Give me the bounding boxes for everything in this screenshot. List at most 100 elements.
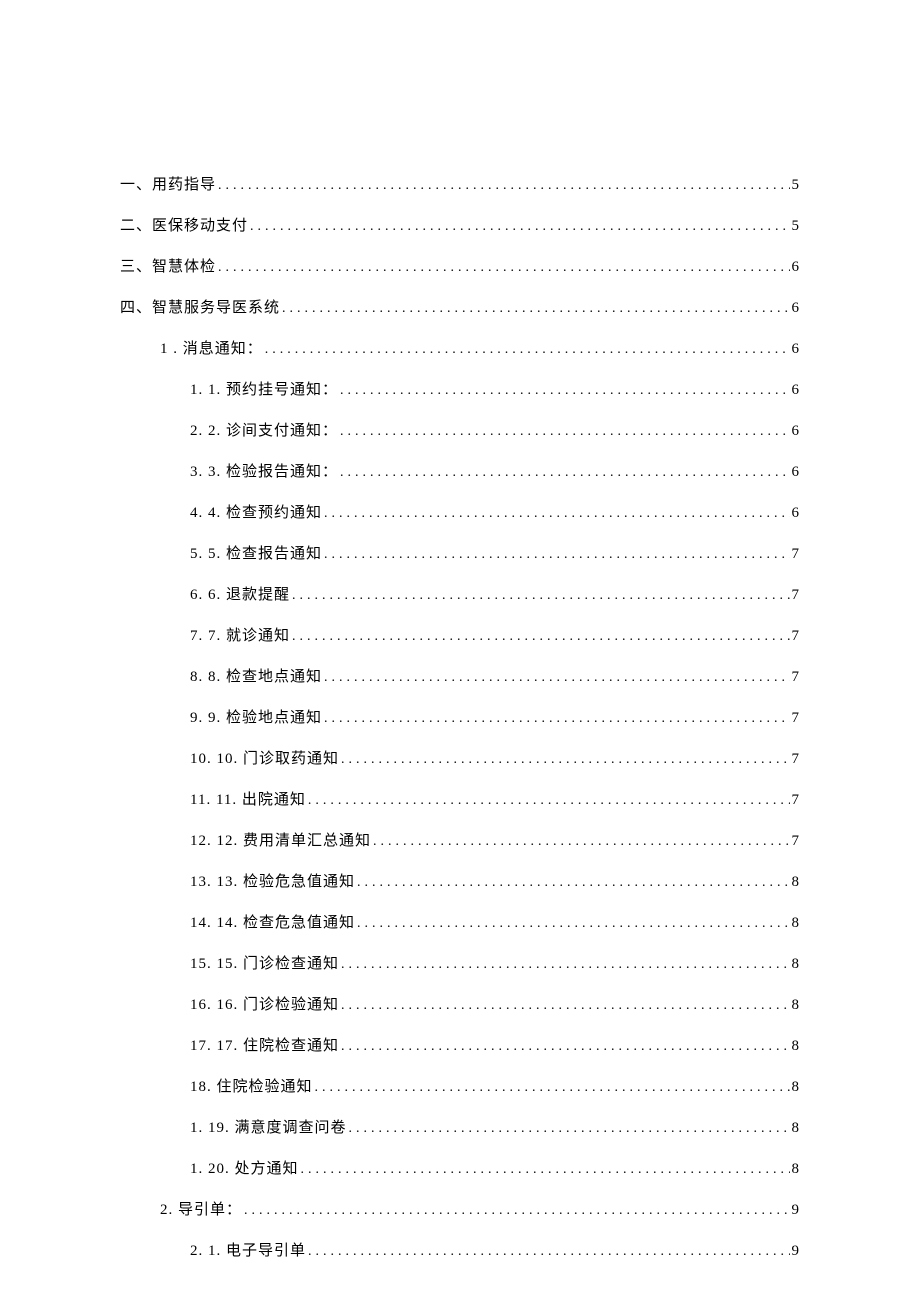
toc-entry-page: 8: [792, 954, 801, 975]
toc-dot-leader: [308, 791, 790, 811]
toc-dot-leader: [244, 1201, 789, 1221]
toc-entry-label: 2. 2. 诊间支付通知：: [190, 421, 338, 442]
toc-dot-leader: [324, 709, 789, 729]
toc-entry-label: 5. 5. 检查报告通知: [190, 544, 322, 565]
toc-entry: 18. 住院检验通知 8: [120, 1077, 800, 1098]
toc-entry: 2. 2. 诊间支付通知： 6: [120, 421, 800, 442]
toc-dot-leader: [357, 873, 789, 893]
toc-dot-leader: [301, 1160, 790, 1180]
toc-entry: 7. 7. 就诊通知 7: [120, 626, 800, 647]
toc-dot-leader: [218, 258, 789, 278]
toc-entry-page: 6: [792, 257, 801, 278]
toc-entry-page: 6: [792, 339, 801, 360]
toc-entry-page: 5: [792, 175, 801, 196]
toc-entry-label: 一、用药指导: [120, 175, 216, 196]
toc-dot-leader: [324, 545, 789, 565]
toc-entry: 1. 20. 处方通知 8: [120, 1159, 800, 1180]
toc-dot-leader: [324, 668, 789, 688]
toc-dot-leader: [340, 381, 789, 401]
toc-entry: 3. 3. 检验报告通知： 6: [120, 462, 800, 483]
toc-dot-leader: [292, 586, 789, 606]
toc-entry-page: 6: [792, 503, 801, 524]
toc-dot-leader: [357, 914, 789, 934]
toc-dot-leader: [349, 1119, 790, 1139]
toc-entry: 8. 8. 检查地点通知7: [120, 667, 800, 688]
toc-entry-label: 10. 10. 门诊取药通知: [190, 749, 339, 770]
toc-entry-label: 12. 12. 费用清单汇总通知: [190, 831, 371, 852]
toc-entry-page: 6: [792, 462, 801, 483]
toc-entry: 13. 13. 检验危急值通知8: [120, 872, 800, 893]
toc-entry-label: 6. 6. 退款提醒: [190, 585, 290, 606]
toc-entry: 1. 1. 预约挂号通知： 6: [120, 380, 800, 401]
toc-entry: 17. 17. 住院检查通知 8: [120, 1036, 800, 1057]
toc-dot-leader: [282, 299, 789, 319]
toc-entry-label: 四、智慧服务导医系统: [120, 298, 280, 319]
toc-dot-leader: [218, 176, 789, 196]
toc-entry: 15. 15. 门诊检查通知 8: [120, 954, 800, 975]
toc-entry: 四、智慧服务导医系统 6: [120, 298, 800, 319]
toc-entry: 1. 19. 满意度调查问卷 8: [120, 1118, 800, 1139]
toc-entry: 4. 4. 检查预约通知 6: [120, 503, 800, 524]
toc-entry-label: 17. 17. 住院检查通知: [190, 1036, 339, 1057]
toc-entry: 二、医保移动支付 5: [120, 216, 800, 237]
toc-entry-page: 7: [792, 831, 801, 852]
toc-entry-page: 5: [792, 216, 801, 237]
toc-entry-label: 7. 7. 就诊通知: [190, 626, 290, 647]
toc-entry: 2. 1. 电子导引单9: [120, 1241, 800, 1262]
toc-dot-leader: [341, 955, 789, 975]
toc-entry-page: 7: [792, 585, 801, 606]
toc-entry-label: 1. 1. 预约挂号通知：: [190, 380, 338, 401]
toc-dot-leader: [340, 463, 789, 483]
toc-entry: 1 . 消息通知： 6: [120, 339, 800, 360]
toc-entry-label: 2. 导引单：: [160, 1200, 242, 1221]
toc-entry-label: 18. 住院检验通知: [190, 1077, 313, 1098]
toc-dot-leader: [250, 217, 789, 237]
toc-entry: 11. 11. 出院通知 7: [120, 790, 800, 811]
toc-entry: 16. 16. 门诊检验通知 8: [120, 995, 800, 1016]
toc-entry-label: 1. 20. 处方通知: [190, 1159, 299, 1180]
toc-entry-label: 14. 14. 检查危急值通知: [190, 913, 355, 934]
toc-entry-label: 15. 15. 门诊检查通知: [190, 954, 339, 975]
toc-entry: 三、智慧体检 6: [120, 257, 800, 278]
toc-entry-page: 7: [792, 749, 801, 770]
toc-entry-label: 三、智慧体检: [120, 257, 216, 278]
toc-dot-leader: [265, 340, 790, 360]
toc-entry-page: 8: [792, 1159, 801, 1180]
toc-entry-label: 1. 19. 满意度调查问卷: [190, 1118, 347, 1139]
toc-entry-page: 7: [792, 708, 801, 729]
toc-entry-label: 11. 11. 出院通知: [190, 790, 306, 811]
toc-entry-label: 1 . 消息通知：: [160, 339, 263, 360]
toc-entry-label: 9. 9. 检验地点通知: [190, 708, 322, 729]
toc-entry-page: 7: [792, 626, 801, 647]
toc-entry-label: 16. 16. 门诊检验通知: [190, 995, 339, 1016]
toc-entry-page: 7: [792, 790, 801, 811]
toc-entry: 9. 9. 检验地点通知 7: [120, 708, 800, 729]
toc-dot-leader: [292, 627, 789, 647]
toc-entry: 5. 5. 检查报告通知 7: [120, 544, 800, 565]
toc-dot-leader: [324, 504, 789, 524]
toc-entry: 12. 12. 费用清单汇总通知 7: [120, 831, 800, 852]
toc-dot-leader: [340, 422, 789, 442]
toc-entry-label: 二、医保移动支付: [120, 216, 248, 237]
toc-entry-page: 8: [792, 1077, 801, 1098]
toc-entry-page: 6: [792, 421, 801, 442]
toc-dot-leader: [341, 1037, 789, 1057]
toc-entry: 14. 14. 检查危急值通知8: [120, 913, 800, 934]
toc-entry: 一、用药指导 5: [120, 175, 800, 196]
toc-entry-label: 8. 8. 检查地点通知: [190, 667, 322, 688]
toc-dot-leader: [341, 996, 789, 1016]
toc-entry-page: 8: [792, 1036, 801, 1057]
toc-entry-page: 9: [792, 1200, 801, 1221]
toc-entry-label: 3. 3. 检验报告通知：: [190, 462, 338, 483]
toc-entry-label: 13. 13. 检验危急值通知: [190, 872, 355, 893]
toc-entry-page: 7: [792, 544, 801, 565]
toc-entry: 10. 10. 门诊取药通知 7: [120, 749, 800, 770]
table-of-contents: 一、用药指导 5二、医保移动支付 5三、智慧体检 6四、智慧服务导医系统 61 …: [120, 175, 800, 1262]
toc-entry-label: 4. 4. 检查预约通知: [190, 503, 322, 524]
toc-entry-page: 6: [792, 298, 801, 319]
toc-entry-page: 8: [792, 995, 801, 1016]
toc-entry-page: 8: [792, 1118, 801, 1139]
toc-entry-page: 9: [792, 1241, 801, 1262]
toc-dot-leader: [308, 1242, 789, 1262]
toc-entry-page: 6: [792, 380, 801, 401]
